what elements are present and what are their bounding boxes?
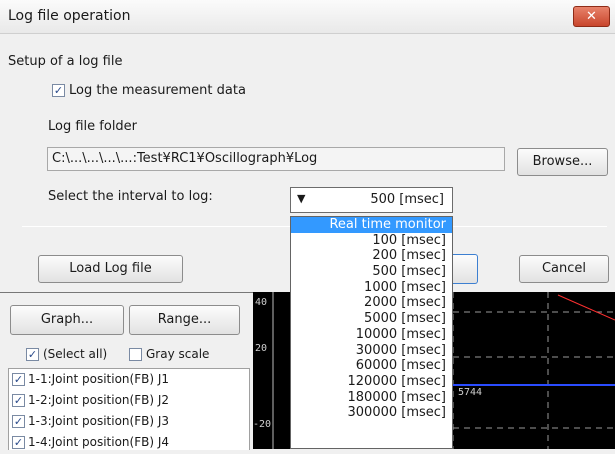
channel-checkbox[interactable]: ✓ [12, 415, 25, 428]
load-log-button[interactable]: Load Log file [38, 255, 183, 283]
cancel-button[interactable]: Cancel [519, 255, 609, 283]
graph-button-label: Graph... [40, 312, 94, 327]
browse-label: Browse... [532, 154, 593, 169]
y-tick-label: 20 [255, 343, 268, 354]
interval-select[interactable]: ▼ 500 [msec] [290, 187, 453, 213]
select-all-checkbox[interactable]: ✓ [26, 348, 39, 361]
range-button[interactable]: Range... [129, 305, 240, 335]
dropdown-option[interactable]: 10000 [msec] [291, 327, 452, 343]
title-bar: Log file operation ✕ [0, 0, 615, 34]
dropdown-option[interactable]: 30000 [msec] [291, 343, 452, 359]
channel-list: ✓ 1-1:Joint position(FB) J1 ✓ 1-2:Joint po… [8, 368, 250, 450]
log-folder-value: C:\...\...\...\...:Test¥RC1¥Oscillograph… [52, 151, 318, 166]
close-button[interactable]: ✕ [573, 6, 610, 27]
gray-scale-label: Gray scale [146, 347, 210, 361]
channel-label: 1-4:Joint position(FB) J4 [28, 435, 169, 449]
log-folder-field[interactable]: C:\...\...\...\...:Test¥RC1¥Oscillograph… [47, 147, 505, 171]
dropdown-option[interactable]: 120000 [msec] [291, 374, 452, 390]
load-log-label: Load Log file [69, 261, 152, 276]
dropdown-option[interactable]: 300000 [msec] [291, 405, 452, 421]
log-data-label: Log the measurement data [69, 83, 246, 98]
interval-select-value: 500 [msec] [370, 192, 444, 207]
channel-label: 1-2:Joint position(FB) J2 [28, 393, 169, 407]
y-tick-label: 40 [255, 297, 268, 308]
dropdown-option[interactable]: 180000 [msec] [291, 390, 452, 406]
dropdown-option[interactable]: 200 [msec] [291, 248, 452, 264]
dropdown-option[interactable]: 60000 [msec] [291, 358, 452, 374]
y-tick-label: -20 [253, 419, 272, 430]
browse-button[interactable]: Browse... [517, 148, 608, 176]
range-button-label: Range... [157, 312, 212, 327]
graph-readout: 5744 [458, 387, 483, 398]
close-icon: ✕ [586, 9, 597, 24]
window-title: Log file operation [8, 8, 131, 24]
dropdown-option[interactable]: 500 [msec] [291, 264, 452, 280]
cancel-label: Cancel [541, 261, 587, 276]
channel-checkbox[interactable]: ✓ [12, 394, 25, 407]
select-all-label: (Select all) [43, 347, 108, 361]
dropdown-option[interactable]: Real time monitor [291, 217, 452, 233]
channel-checkbox[interactable]: ✓ [12, 373, 25, 386]
interval-dropdown-list[interactable]: Real time monitor 100 [msec] 200 [msec] … [290, 216, 453, 449]
dropdown-option[interactable]: 5000 [msec] [291, 311, 452, 327]
dropdown-option[interactable]: 1000 [msec] [291, 280, 452, 296]
red-trace [557, 294, 615, 321]
oscillograph-control-panel: Graph... Range... ✓ (Select all) Gray sc… [0, 292, 253, 450]
list-item[interactable]: ✓ 1-4:Joint position(FB) J4 [12, 435, 169, 454]
list-item[interactable]: ✓ 1-1:Joint position(FB) J1 [12, 372, 169, 391]
channel-checkbox[interactable]: ✓ [12, 436, 25, 449]
setup-section-label: Setup of a log file [8, 54, 123, 69]
dropdown-option[interactable]: 2000 [msec] [291, 295, 452, 311]
folder-label: Log file folder [48, 119, 138, 134]
gray-scale-checkbox[interactable] [129, 348, 142, 361]
list-item[interactable]: ✓ 1-3:Joint position(FB) J3 [12, 414, 169, 433]
channel-label: 1-3:Joint position(FB) J3 [28, 414, 169, 428]
dropdown-option[interactable]: 100 [msec] [291, 233, 452, 249]
interval-label: Select the interval to log: [48, 189, 213, 204]
channel-label: 1-1:Joint position(FB) J1 [28, 372, 169, 386]
list-item[interactable]: ✓ 1-2:Joint position(FB) J2 [12, 393, 169, 412]
chevron-down-icon: ▼ [297, 192, 306, 205]
graph-button[interactable]: Graph... [10, 305, 124, 335]
log-data-checkbox[interactable]: ✓ [52, 84, 65, 97]
